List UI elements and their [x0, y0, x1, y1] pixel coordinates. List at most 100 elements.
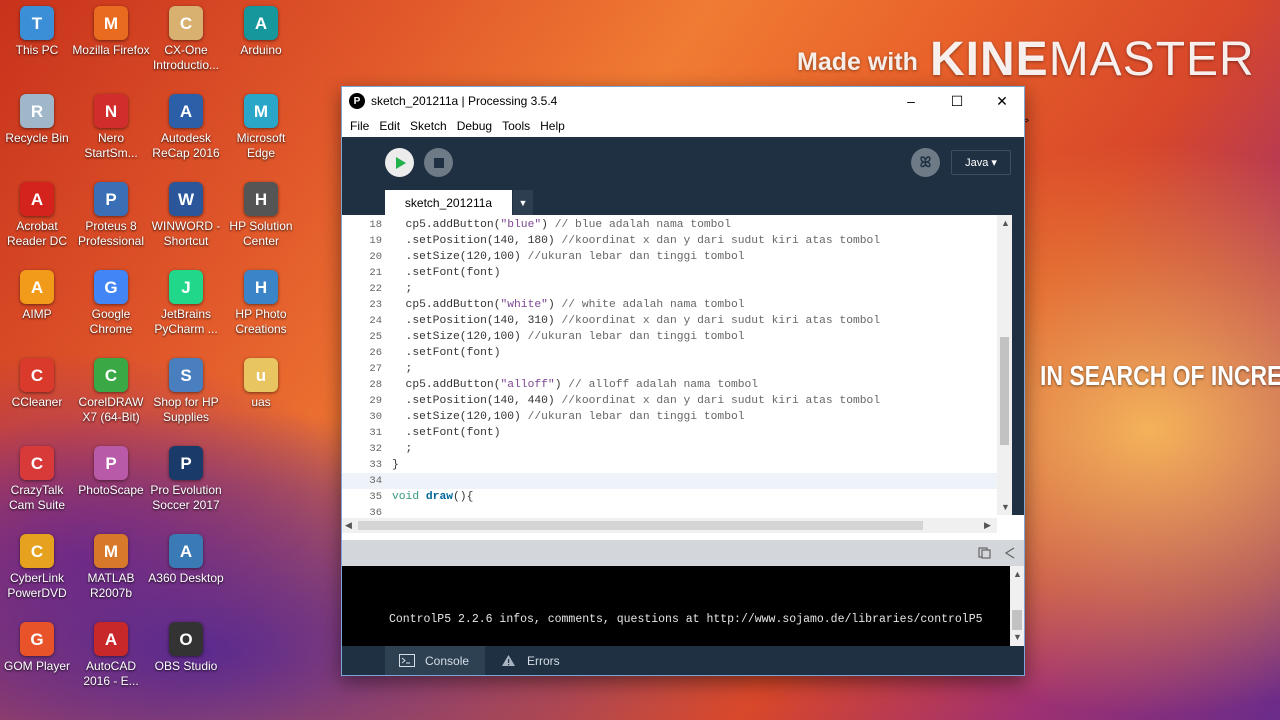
hscroll-thumb[interactable] [358, 521, 923, 530]
desktop-icon-label: uas [251, 395, 271, 409]
errors-tab[interactable]: Errors [501, 646, 591, 675]
console-tab[interactable]: Console [385, 646, 485, 675]
console-scroll-up-icon[interactable]: ▲ [1013, 569, 1022, 579]
desktop-icon-0[interactable]: T This PC [0, 0, 74, 86]
mode-selector[interactable]: Java ▾ [951, 150, 1011, 175]
debug-button[interactable]: ꕤ [911, 148, 940, 177]
desktop-icon-9[interactable]: P Proteus 8 Professional [74, 176, 148, 262]
code-text: cp5.addButton("white") // white adalah n… [392, 299, 745, 311]
coreldraw-icon: C [94, 358, 128, 392]
code-editor: 18 cp5.addButton("blue") // blue adalah … [342, 215, 1024, 519]
desktop-icon-18[interactable]: S Shop for HP Supplies [149, 352, 223, 438]
scroll-left-icon[interactable]: ◀ [345, 520, 352, 531]
console-scrollbar[interactable]: ▲ ▼ [1010, 566, 1024, 646]
code-line: 19 .setPosition(140, 180) //koordinat x … [342, 233, 997, 249]
code-text: cp5.addButton("blue") // blue adalah nam… [392, 219, 731, 231]
console-scroll-down-icon[interactable]: ▼ [1013, 632, 1022, 642]
wallpaper-caption: IN SEARCH OF INCRED [1040, 360, 1280, 391]
maximize-button[interactable]: ☐ [934, 87, 980, 115]
desktop-icon-12[interactable]: A AIMP [0, 264, 74, 350]
console-icon [399, 654, 415, 667]
desktop-icon-label: CorelDRAW X7 (64-Bit) [78, 395, 144, 424]
run-button[interactable] [385, 148, 414, 177]
obs-icon: O [169, 622, 203, 656]
desktop-icon-29[interactable]: A AutoCAD 2016 - E... [74, 616, 148, 702]
desktop-icon-14[interactable]: J JetBrains PyCharm ... [149, 264, 223, 350]
desktop-icon-4[interactable]: R Recycle Bin [0, 88, 74, 174]
line-number: 25 [369, 331, 382, 343]
console-panel[interactable]: ControlP5 2.2.6 infos, comments, questio… [342, 566, 1024, 646]
desktop-icon-label: Arduino [240, 43, 282, 57]
desktop-icon-label: HP Solution Center [229, 219, 293, 248]
desktop-icon-10[interactable]: W WINWORD - Shortcut [149, 176, 223, 262]
desktop-icon-5[interactable]: N Nero StartSm... [74, 88, 148, 174]
footer-tabs: Console Errors [342, 646, 1024, 675]
code-line: 29 .setPosition(140, 440) //koordinat x … [342, 393, 997, 409]
desktop-icon-30[interactable]: O OBS Studio [149, 616, 223, 702]
title-bar[interactable]: P sketch_201211a | Processing 3.5.4 – ☐ … [342, 87, 1024, 115]
window-title: sketch_201211a | Processing 3.5.4 [371, 94, 558, 108]
gom-player-icon: G [20, 622, 54, 656]
chrome-icon: G [94, 270, 128, 304]
menu-help[interactable]: Help [535, 119, 570, 133]
editor-vertical-scrollbar[interactable]: ▲ ▼ [997, 215, 1012, 515]
scroll-up-icon[interactable]: ▲ [1001, 218, 1010, 228]
desktop-icon-label: Pro Evolution Soccer 2017 [150, 483, 222, 512]
desktop-icon-13[interactable]: G Google Chrome [74, 264, 148, 350]
desktop-icon-8[interactable]: A Acrobat Reader DC [0, 176, 74, 262]
desktop-icon-28[interactable]: G GOM Player [0, 616, 74, 702]
tab-bar: sketch_201211a ▼ [342, 187, 1024, 215]
scroll-right-icon[interactable]: ▶ [984, 520, 991, 531]
editor-area[interactable]: 18 cp5.addButton("blue") // blue adalah … [342, 215, 1012, 519]
desktop-icon-24[interactable]: C CyberLink PowerDVD [0, 528, 74, 614]
desktop-icon-26[interactable]: A A360 Desktop [148, 528, 224, 614]
console-scroll-thumb[interactable] [1012, 610, 1022, 630]
desktop-icon-20[interactable]: C CrazyTalk Cam Suite [0, 440, 74, 526]
stop-button[interactable] [424, 148, 453, 177]
minimize-button[interactable]: – [888, 87, 934, 115]
scroll-down-icon[interactable]: ▼ [1001, 502, 1010, 512]
watermark-kine: KINE [930, 33, 1049, 86]
menu-debug[interactable]: Debug [452, 119, 497, 133]
copy-icon[interactable] [978, 547, 991, 559]
scroll-thumb[interactable] [1000, 337, 1009, 445]
desktop-icon-19[interactable]: u uas [224, 352, 298, 438]
code-text: .setSize(120,100) //ukuran lebar dan tin… [392, 251, 745, 263]
code-line: 34 [342, 473, 997, 489]
tab-menu-arrow-icon[interactable]: ▼ [513, 190, 533, 215]
desktop-icon-6[interactable]: A Autodesk ReCap 2016 [149, 88, 223, 174]
desktop-icon-label: Microsoft Edge [236, 131, 286, 160]
line-number: 35 [369, 491, 382, 503]
desktop-icon-7[interactable]: M Microsoft Edge [224, 88, 298, 174]
desktop-icon-22[interactable]: P Pro Evolution Soccer 2017 [149, 440, 223, 526]
desktop-icon-16[interactable]: C CCleaner [0, 352, 74, 438]
menu-sketch[interactable]: Sketch [405, 119, 452, 133]
menu-file[interactable]: File [345, 119, 374, 133]
desktop-icon-label: Google Chrome [89, 307, 133, 336]
arduino-icon: A [244, 6, 278, 40]
desktop-icon-label: WINWORD - Shortcut [151, 219, 221, 248]
acrobat-icon: A [20, 182, 54, 216]
desktop-icon-17[interactable]: C CorelDRAW X7 (64-Bit) [74, 352, 148, 438]
desktop-icon-3[interactable]: A Arduino [224, 0, 298, 86]
desktop-icon-15[interactable]: H HP Photo Creations [224, 264, 298, 350]
desktop-icon-label: CCleaner [11, 395, 63, 409]
collapse-console-icon[interactable] [1004, 547, 1016, 559]
editor-horizontal-scrollbar[interactable]: ◀ ▶ [342, 518, 997, 533]
desktop-icon-25[interactable]: M MATLAB R2007b [74, 528, 148, 614]
menu-tools[interactable]: Tools [497, 119, 535, 133]
code-line: 23 cp5.addButton("white") // white adala… [342, 297, 997, 313]
desktop-icon-21[interactable]: P PhotoScape [74, 440, 148, 526]
desktop-icon-2[interactable]: C CX-One Introductio... [149, 0, 223, 86]
tab-sketch[interactable]: sketch_201211a [385, 190, 512, 215]
desktop-icon-11[interactable]: H HP Solution Center [224, 176, 298, 262]
line-number: 18 [369, 219, 382, 231]
desktop-icon-1[interactable]: M Mozilla Firefox [72, 0, 150, 86]
close-button[interactable]: ✕ [979, 87, 1024, 115]
menu-edit[interactable]: Edit [374, 119, 405, 133]
code-text: .setSize(120,100) //ukuran lebar dan tin… [392, 331, 745, 343]
hp-photo-icon: H [244, 270, 278, 304]
desktop-icon-label: CrazyTalk Cam Suite [8, 483, 66, 512]
line-number: 21 [369, 267, 382, 279]
code-line: 22 ; [342, 281, 997, 297]
